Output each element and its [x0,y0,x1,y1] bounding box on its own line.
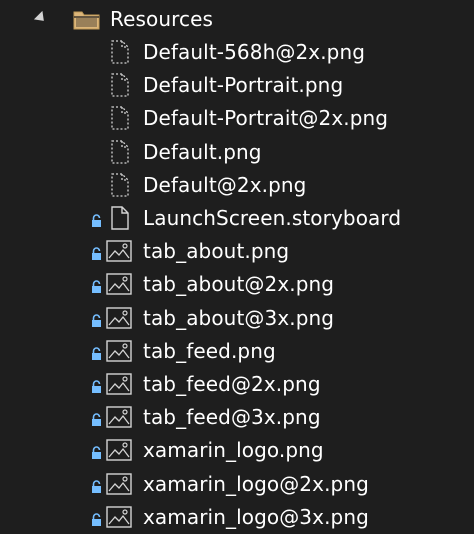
tree-file-item[interactable]: LaunchScreen.storyboard [0,202,474,234]
file-label: Default-568h@2x.png [143,40,366,64]
image-file-icon [106,273,132,299]
file-label: xamarin_logo@2x.png [143,471,369,496]
lock-icon [91,478,102,497]
lock-icon [91,345,102,364]
image-file-icon [106,240,132,266]
lock-icon [91,411,102,430]
file-label: Default-Portrait@2x.png [143,106,389,131]
image-file-icon [106,306,132,333]
image-file-icon [106,340,132,366]
image-file-icon [106,373,132,399]
file-label: tab_feed@3x.png [143,405,321,430]
lock-icon [91,444,102,463]
file-label: tab_feed.png [143,338,276,363]
lock-icon [91,245,102,264]
file-dashed-icon [110,173,130,201]
tree-file-item[interactable]: Default@2x.png [0,169,474,201]
tree-file-item[interactable]: xamarin_logo@2x.png [0,468,474,500]
expand-arrow-icon[interactable] [33,10,49,26]
folder-icon [73,11,100,30]
file-label: xamarin_logo.png [143,438,324,463]
lock-icon [91,212,102,231]
file-label: xamarin_logo@3x.png [143,504,369,529]
file-dashed-icon [110,40,130,68]
file-label: tab_feed@2x.png [143,372,321,396]
tree-file-item[interactable]: Default.png [0,136,474,168]
file-label: tab_about.png [143,239,290,264]
file-dashed-icon [110,106,130,134]
tree-file-item[interactable]: xamarin_logo@3x.png [0,501,474,533]
image-file-icon [106,472,132,499]
tree-file-item[interactable]: Default-Portrait.png [0,69,474,101]
file-label: LaunchScreen.storyboard [143,206,402,230]
lock-icon [91,511,102,530]
file-label: tab_about@2x.png [143,272,335,297]
file-dashed-icon [110,73,130,101]
file-label: tab_about@3x.png [143,305,335,330]
solution-explorer-tree: Resources Default-568h@2x.png Default-Por… [0,0,474,534]
tree-file-item[interactable]: Default-Portrait@2x.png [0,102,474,134]
file-icon [110,206,130,234]
lock-icon [91,312,102,331]
file-dashed-icon [110,139,130,168]
tree-file-item[interactable]: xamarin_logo.png [0,434,474,466]
image-file-icon [106,406,132,432]
folder-label: Resources [110,7,214,31]
tree-file-item[interactable]: tab_about@2x.png [0,268,474,300]
tree-file-item[interactable]: tab_about.png [0,235,474,267]
tree-file-item[interactable]: tab_feed@3x.png [0,401,474,433]
lock-icon [91,278,102,297]
image-file-icon [106,439,132,465]
tree-file-item[interactable]: tab_about@3x.png [0,302,474,334]
file-label: Default@2x.png [143,172,307,197]
tree-folder-resources[interactable]: Resources [0,3,474,35]
file-label: Default.png [143,139,262,164]
file-label: Default-Portrait.png [143,73,344,98]
lock-icon [91,378,102,397]
image-file-icon [106,506,132,532]
tree-file-item[interactable]: Default-568h@2x.png [0,36,474,68]
tree-file-item[interactable]: tab_feed@2x.png [0,368,474,400]
tree-file-item[interactable]: tab_feed.png [0,335,474,367]
